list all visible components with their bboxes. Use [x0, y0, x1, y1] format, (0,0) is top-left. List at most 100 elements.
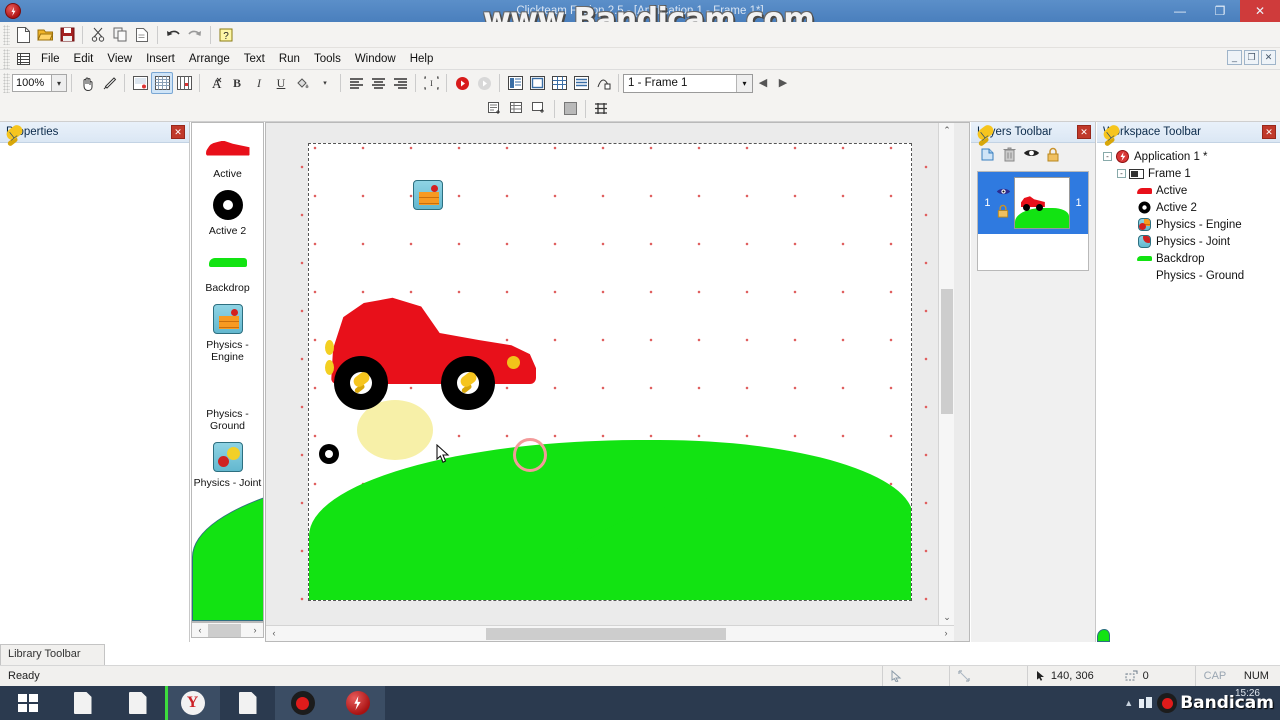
bold-icon[interactable]: B	[226, 72, 248, 94]
physics-ring-marker[interactable]	[513, 438, 547, 472]
menu-system-icon[interactable]	[12, 48, 34, 70]
object-item-physics-engine[interactable]: Physics - Engine	[192, 294, 263, 363]
taskbar-yandex[interactable]: Y	[165, 686, 220, 720]
menubar-grip[interactable]	[3, 48, 10, 69]
eyedropper-icon[interactable]	[98, 72, 120, 94]
menu-tools[interactable]: Tools	[307, 51, 348, 67]
menu-file[interactable]: File	[34, 51, 67, 67]
close-icon[interactable]: ✕	[1077, 125, 1091, 139]
tree-node-physics-engine[interactable]: Physics - Engine	[1103, 216, 1280, 233]
tree-node-physics-joint[interactable]: Physics - Joint	[1103, 233, 1280, 250]
new-layer-icon[interactable]	[979, 147, 995, 163]
close-button[interactable]: ✕	[1240, 0, 1280, 22]
font-icon[interactable]: A	[204, 72, 226, 94]
toolbar-grip[interactable]	[3, 24, 10, 45]
pan-hand-icon[interactable]	[76, 72, 98, 94]
delete-layer-icon[interactable]	[1001, 147, 1017, 163]
event-editor-icon[interactable]	[548, 72, 570, 94]
menu-run[interactable]: Run	[272, 51, 307, 67]
object-item-active[interactable]: Active	[192, 123, 263, 180]
tray-expand-icon[interactable]: ▲	[1124, 698, 1133, 708]
lock-layer-icon[interactable]	[997, 204, 1009, 223]
taskbar-document-1[interactable]	[55, 686, 110, 720]
scroll-left-arrow[interactable]: ‹	[266, 626, 282, 641]
frame-properties-icon[interactable]	[129, 72, 151, 94]
frame-editor-icon[interactable]	[526, 72, 548, 94]
scroll-down-arrow[interactable]: ⌄	[939, 610, 955, 626]
align-center-icon[interactable]	[367, 72, 389, 94]
taskbar-document-2[interactable]	[110, 686, 165, 720]
new-frame-icon[interactable]	[528, 98, 550, 120]
tree-node-active[interactable]: Active	[1103, 182, 1280, 199]
cut-icon[interactable]	[87, 24, 109, 46]
menu-help[interactable]: Help	[403, 51, 441, 67]
frame-workspace[interactable]: ⌃ ⌄	[266, 123, 954, 626]
scroll-thumb[interactable]	[486, 628, 726, 640]
small-wheel-object[interactable]	[319, 444, 339, 464]
align-grid-icon[interactable]	[590, 98, 612, 120]
grid-toggle-icon[interactable]	[151, 72, 173, 94]
scroll-thumb[interactable]	[941, 289, 953, 414]
help-icon[interactable]: ?	[215, 24, 237, 46]
zoom-dropdown-icon[interactable]: ▾	[52, 74, 67, 92]
align-right-icon[interactable]	[389, 72, 411, 94]
taskbar-clock[interactable]: 15:26	[1235, 688, 1260, 699]
align-left-icon[interactable]	[345, 72, 367, 94]
fill-color-icon[interactable]	[292, 72, 314, 94]
object-item-physics-joint[interactable]: Physics - Joint	[192, 432, 263, 489]
start-button[interactable]	[0, 686, 55, 720]
menu-view[interactable]: View	[100, 51, 139, 67]
sun-shape-object[interactable]	[357, 400, 433, 460]
menu-arrange[interactable]: Arrange	[182, 51, 237, 67]
edit-toolbar-grip[interactable]	[3, 73, 10, 93]
object-item-active-2[interactable]: Active 2	[192, 180, 263, 237]
mdi-restore-button[interactable]: ❐	[1244, 50, 1259, 65]
menu-text[interactable]: Text	[237, 51, 272, 67]
storyboard-icon[interactable]	[504, 72, 526, 94]
underline-icon[interactable]: U	[270, 72, 292, 94]
undo-icon[interactable]	[162, 24, 184, 46]
menu-insert[interactable]: Insert	[139, 51, 182, 67]
canvas-vertical-scrollbar[interactable]: ⌃ ⌄	[938, 123, 954, 626]
minimize-button[interactable]: —	[1160, 0, 1200, 22]
insert-object-icon[interactable]	[484, 98, 506, 120]
next-frame-button[interactable]: ▶	[773, 72, 793, 94]
scroll-thumb[interactable]	[208, 624, 241, 637]
layers-list[interactable]: 1 1	[977, 171, 1089, 271]
mdi-minimize-button[interactable]: _	[1227, 50, 1242, 65]
snap-grid-icon[interactable]	[173, 72, 195, 94]
previous-frame-button[interactable]: ◀	[753, 72, 773, 94]
expander-icon[interactable]: -	[1103, 152, 1112, 161]
taskbar-document-3[interactable]	[220, 686, 275, 720]
redo-icon[interactable]	[184, 24, 206, 46]
tree-node-backdrop[interactable]: Backdrop	[1103, 250, 1280, 267]
chevron-down-icon[interactable]: ▾	[736, 74, 752, 92]
open-file-icon[interactable]	[34, 24, 56, 46]
insert-frame-icon[interactable]	[506, 98, 528, 120]
step-through-icon[interactable]	[592, 72, 614, 94]
italic-icon[interactable]: I	[248, 72, 270, 94]
select-bounds-icon[interactable]: I	[420, 72, 442, 94]
mdi-close-button[interactable]: ✕	[1261, 50, 1276, 65]
visibility-icon[interactable]	[996, 184, 1011, 202]
close-icon[interactable]: ✕	[1262, 125, 1276, 139]
tree-node-frame[interactable]: - Frame 1	[1103, 165, 1280, 182]
frame-canvas[interactable]	[308, 143, 912, 601]
visibility-icon[interactable]	[1023, 147, 1039, 163]
library-toolbar-tab[interactable]: Library Toolbar	[0, 644, 105, 665]
expander-icon[interactable]: -	[1117, 169, 1126, 178]
event-list-icon[interactable]	[570, 72, 592, 94]
canvas-horizontal-scrollbar[interactable]: ‹ ›	[266, 625, 954, 641]
taskbar-bandicam[interactable]	[275, 686, 330, 720]
tree-node-physics-ground[interactable]: Physics - Ground	[1097, 267, 1280, 642]
menu-edit[interactable]: Edit	[67, 51, 101, 67]
maximize-button[interactable]: ❐	[1200, 0, 1240, 22]
scroll-right-arrow[interactable]: ›	[938, 626, 954, 641]
color-swatch-icon[interactable]	[559, 98, 581, 120]
run-application-icon[interactable]	[451, 72, 473, 94]
tree-node-active-2[interactable]: Active 2	[1103, 199, 1280, 216]
scroll-left-arrow[interactable]: ‹	[192, 623, 208, 639]
scroll-right-arrow[interactable]: ›	[247, 623, 263, 639]
physics-engine-object[interactable]	[413, 180, 443, 210]
new-file-icon[interactable]	[12, 24, 34, 46]
